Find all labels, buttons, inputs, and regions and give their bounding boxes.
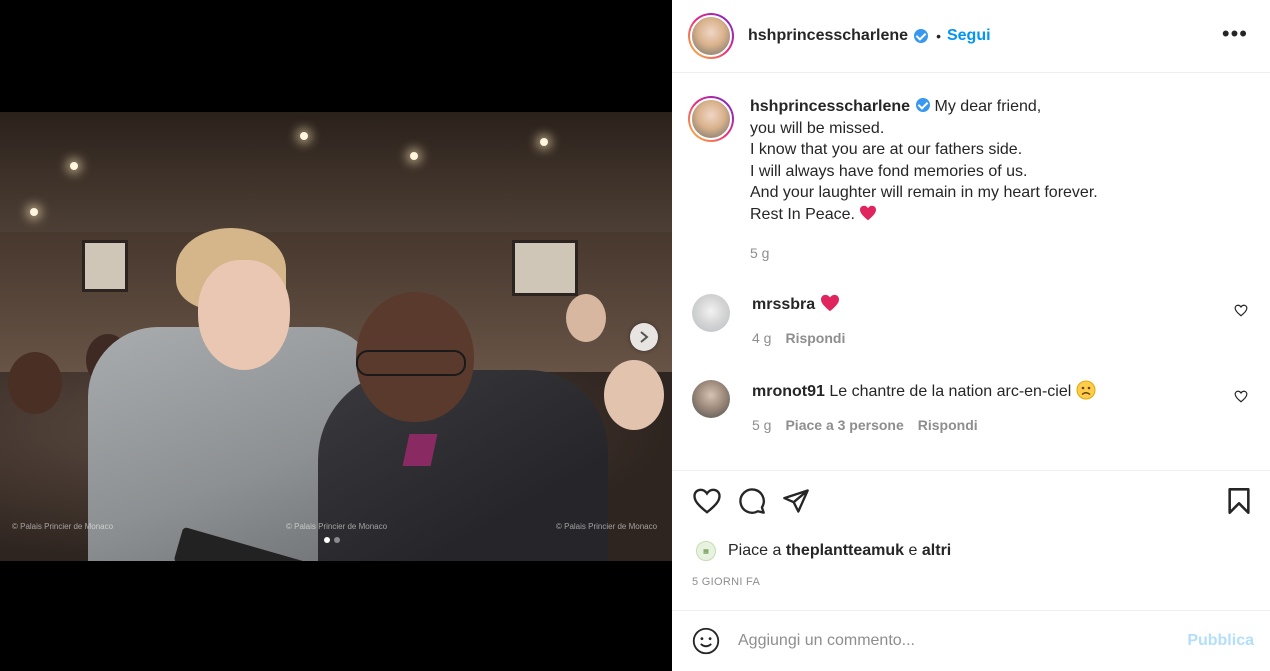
post-photo[interactable]: © Palais Princier de Monaco © Palais Pri… — [0, 112, 672, 561]
liker-avatar[interactable]: ▦ — [696, 541, 716, 561]
comment-username[interactable]: mronot91 — [752, 383, 825, 400]
publish-button[interactable]: Pubblica — [1187, 632, 1254, 650]
comment-time[interactable]: 4 g — [752, 330, 771, 346]
caption-line: you will be missed. — [750, 119, 885, 137]
caption-line: I know that you are at our fathers side. — [750, 141, 1023, 158]
caption-line: I will always have fond memories of us. — [750, 162, 1028, 180]
photo-wall-picture — [82, 240, 128, 292]
verified-badge-icon — [914, 29, 929, 43]
carousel-dots — [324, 537, 340, 543]
caption-username[interactable]: hshprincesscharlene — [750, 98, 910, 115]
reply-button[interactable]: Rispondi — [785, 330, 845, 346]
photo-wall-picture — [512, 240, 578, 296]
header-username[interactable]: hshprincesscharlene — [748, 27, 908, 45]
photo-watermark: © Palais Princier de Monaco — [12, 522, 114, 531]
verified-badge-icon — [916, 98, 931, 112]
photo-person — [566, 294, 606, 342]
photo-light — [410, 152, 418, 160]
photo-watermark: © Palais Princier de Monaco — [286, 522, 388, 531]
caption-line: My dear friend, — [934, 98, 1042, 115]
red-heart-emoji-icon — [820, 294, 839, 312]
photo-man-coat — [318, 370, 608, 561]
red-heart-emoji-icon — [860, 205, 877, 220]
chevron-right-icon — [640, 331, 649, 343]
post-side-panel: hshprincesscharlene • Segui ••• hshprinc… — [672, 0, 1270, 671]
photo-light — [540, 138, 548, 146]
emoji-picker-icon[interactable] — [692, 627, 720, 655]
post-media: © Palais Princier de Monaco © Palais Pri… — [0, 0, 672, 671]
header-separator: • — [936, 28, 941, 44]
avatar[interactable] — [688, 13, 734, 59]
comment-bubble-icon[interactable] — [738, 487, 766, 515]
photo-light — [300, 132, 308, 140]
caption-time[interactable]: 5 g — [750, 243, 1230, 265]
photo-person — [8, 352, 62, 414]
comment-item: mrssbra 4 g Rispondi — [692, 294, 1258, 346]
comment-text: Le chantre de la nation arc-en-ciel — [829, 383, 1072, 400]
save-bookmark-icon[interactable] — [1226, 487, 1252, 515]
comment-likes[interactable]: Piace a 3 persone — [785, 417, 903, 433]
comment-meta: 4 g Rispondi — [752, 330, 845, 346]
follow-button[interactable]: Segui — [947, 27, 991, 45]
photo-woman-face — [198, 260, 290, 370]
caption-line: And your laughter will remain in my hear… — [750, 184, 1098, 201]
post-caption: hshprincesscharlene My dear friend, you … — [688, 96, 1230, 265]
caption-avatar[interactable] — [688, 96, 734, 142]
comment-username[interactable]: mrssbra — [752, 296, 815, 313]
caption-text: hshprincesscharlene My dear friend, you … — [750, 96, 1230, 265]
caption-line: Rest In Peace. — [750, 205, 855, 223]
comments-section[interactable]: hshprincesscharlene My dear friend, you … — [672, 74, 1270, 470]
comment-avatar[interactable] — [692, 294, 730, 332]
photo-light — [70, 162, 78, 170]
comment-input[interactable]: Aggiungi un commento... — [738, 632, 1187, 650]
post-date[interactable]: 5 GIORNI FA — [692, 576, 760, 588]
carousel-dot — [334, 537, 340, 543]
like-comment-heart-icon[interactable] — [1234, 304, 1248, 317]
post-actions: ▦ Piace a theplantteamuk e altri 5 GIORN… — [672, 470, 1270, 610]
photo-person — [604, 360, 664, 430]
comment-item: mronot91 Le chantre de la nation arc-en-… — [692, 380, 1258, 433]
like-heart-icon[interactable] — [692, 487, 722, 515]
share-paper-plane-icon[interactable] — [782, 487, 810, 515]
likes-connector: e — [908, 542, 918, 559]
likes-prefix: Piace a — [728, 542, 782, 559]
likes-summary: ▦ Piace a theplantteamuk e altri — [696, 541, 951, 561]
photo-light — [30, 208, 38, 216]
like-comment-heart-icon[interactable] — [1234, 390, 1248, 403]
add-comment-bar: Aggiungi un commento... Pubblica — [672, 610, 1270, 671]
likes-others[interactable]: altri — [922, 542, 951, 560]
photo-watermark: © Palais Princier de Monaco — [556, 522, 658, 531]
comment-body: mrssbra 4 g Rispondi — [752, 294, 845, 346]
reply-button[interactable]: Rispondi — [918, 417, 978, 433]
carousel-dot-active — [324, 537, 330, 543]
sad-face-emoji-icon — [1076, 380, 1096, 400]
comment-body: mronot91 Le chantre de la nation arc-en-… — [752, 380, 1096, 433]
photo-ceiling — [0, 112, 672, 232]
comment-time[interactable]: 5 g — [752, 417, 771, 433]
action-icons — [692, 487, 810, 515]
next-slide-button[interactable] — [630, 323, 658, 351]
likes-user[interactable]: theplantteamuk — [786, 542, 904, 560]
comment-meta: 5 g Piace a 3 persone Rispondi — [752, 417, 1096, 433]
post-header: hshprincesscharlene • Segui ••• — [672, 0, 1270, 73]
more-options-icon[interactable]: ••• — [1222, 23, 1248, 45]
photo-man-glasses — [356, 350, 466, 376]
comment-avatar[interactable] — [692, 380, 730, 418]
